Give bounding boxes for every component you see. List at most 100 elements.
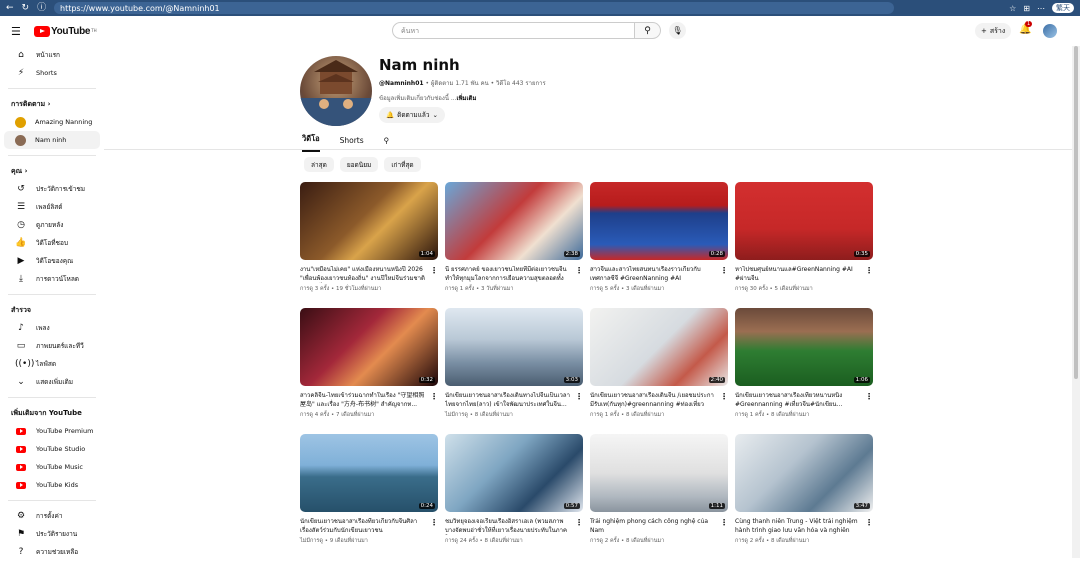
video-thumbnail[interactable]: 1:06 (735, 308, 873, 386)
video-thumbnail[interactable]: 0:57 (445, 434, 583, 512)
info-icon[interactable]: ⓘ (37, 0, 46, 16)
chip-latest[interactable]: ล่าสุด (304, 157, 334, 172)
video-thumbnail[interactable]: 1:04 (300, 182, 438, 260)
music-icon: ♪ (18, 323, 24, 333)
video-card[interactable]: 0:32 สาวคลิจีน-ไทยเข้าร่วมฉากทำในเรื่อง … (300, 308, 438, 419)
video-card[interactable]: 0:28 สาวจีนและสาวไทยสนทนาเรื่องราวเกี่ยว… (590, 182, 728, 293)
search-button[interactable]: ⚲ (635, 22, 661, 39)
sidebar-item-movies[interactable]: ▭ ภาพยนตร์และทีวี (4, 337, 100, 355)
video-thumbnail[interactable]: 3:03 (445, 308, 583, 386)
video-thumbnail[interactable]: 0:32 (300, 308, 438, 386)
star-icon[interactable]: ☆ (1009, 4, 1016, 13)
chip-popular[interactable]: ยอดนิยม (339, 157, 379, 172)
sidebar-item-youtube-product[interactable]: YouTube Music (4, 458, 100, 476)
more-vert-icon[interactable]: ⋮ (430, 518, 438, 527)
video-thumbnail[interactable]: 0:28 (590, 182, 728, 260)
reload-icon[interactable]: ↻ (22, 0, 30, 16)
more-vert-icon[interactable]: ⋮ (575, 392, 583, 401)
video-title[interactable]: สาวจีนและสาวไทยสนทนาเรื่องราวเกี่ยวกับเท… (590, 266, 716, 283)
address-bar[interactable]: https://www.youtube.com/@Namninh01 (54, 2, 894, 14)
video-title[interactable]: สาวคลิจีน-ไทยเข้าร่วมฉากทำในเรื่อง "守望相照… (300, 392, 426, 409)
video-title[interactable]: นักเขียนเยาวชนอาสาเรื่องเที่ยวหนานหนิง #… (735, 392, 861, 409)
video-card[interactable]: 2:40 นักเขียนเยาวชนอาสาเรื่องเดินจีน /เย… (590, 308, 728, 419)
chevron-right-icon: › (47, 100, 51, 108)
sidebar-item-home[interactable]: ⌂ หน้าแรก (4, 46, 100, 64)
sidebar-item-music[interactable]: ♪ เพลง (4, 319, 100, 337)
video-thumbnail[interactable]: 0:24 (300, 434, 438, 512)
scrollbar-thumb[interactable] (1074, 46, 1078, 379)
video-card[interactable]: 1:06 นักเขียนเยาวชนอาสาเรื่องเที่ยวหนานห… (735, 308, 873, 419)
your-videos-icon: ▶ (17, 256, 25, 266)
video-thumbnail[interactable]: 3:47 (735, 434, 873, 512)
video-card[interactable]: 3:47 Cùng thanh niên Trung - Việt trải n… (735, 434, 873, 545)
subscribed-button[interactable]: 🔔 ติดตามแล้ว ⌄ (379, 107, 445, 123)
more-vert-icon[interactable]: ⋮ (575, 518, 583, 527)
sidebar-item-help[interactable]: ? ความช่วยเหลือ (4, 543, 100, 561)
video-title[interactable]: นี้ ยรรศภาคย์ ของเยาวชนไทยที่มีต่อเยาวชน… (445, 266, 571, 283)
video-card[interactable]: 0:24 นักเขียนเยาวชนอาสาเรื่องที่ยวเกี่ยว… (300, 434, 438, 545)
video-title[interactable]: หาไปชมศุนย์หนานแล#GreenNanning #AI #ผ่าน… (735, 266, 861, 283)
sidebar-item-live[interactable]: ((•)) ไลฟ์สด (4, 355, 100, 373)
account-avatar[interactable] (1043, 24, 1057, 38)
chip-oldest[interactable]: เก่าที่สุด (384, 157, 421, 172)
sidebar-item-youtube-product[interactable]: YouTube Kids (4, 476, 100, 494)
channel-description[interactable]: ข้อมูลเพิ่มเติมเกี่ยวกับช่องนี้ ...เพิ่ม… (379, 93, 476, 103)
video-title[interactable]: นักเขียนเยาวชนอาสาเรื่องเดินทางไปจีนเป็น… (445, 392, 571, 409)
sidebar-item-history[interactable]: ↺ ประวัติการเข้าชม (4, 180, 100, 198)
video-title[interactable]: นักเขียนเยาวชนอาสาเรื่องที่ยวเกี่ยวกับจี… (300, 518, 426, 535)
video-title[interactable]: ชมวิทยุจองเจอเรียนเรื่องอิสราเอเล (พวมสภ… (445, 518, 571, 535)
video-title[interactable]: งาน"เหมือนไม่เคย" แห่งเมืองหนานหนิงปี 20… (300, 266, 426, 283)
video-title[interactable]: Trải nghiệm phong cách công nghệ của Nam… (590, 518, 716, 535)
back-icon[interactable]: ← (6, 0, 14, 16)
sidebar-item-your-videos[interactable]: ▶ วิดีโอของคุณ (4, 252, 100, 270)
sidebar-item-settings[interactable]: ⚙ การตั้งค่า (4, 507, 100, 525)
more-vert-icon[interactable]: ⋮ (430, 392, 438, 401)
sidebar-item-shorts[interactable]: ⚡ Shorts (4, 64, 100, 82)
create-button[interactable]: + สร้าง (975, 23, 1012, 39)
video-title[interactable]: นักเขียนเยาวชนอาสาเรื่องเดินจีน /เยอชมปร… (590, 392, 716, 409)
video-thumbnail[interactable]: 0:35 (735, 182, 873, 260)
sidebar-item-watch-later[interactable]: ◷ ดูภายหลัง (4, 216, 100, 234)
video-card[interactable]: 1:11 Trải nghiệm phong cách công nghệ củ… (590, 434, 728, 545)
sidebar-item-subscription[interactable]: Nam ninh (4, 131, 100, 149)
sidebar-item-chevron-down[interactable]: ⌄ แสดงเพิ่มเติม (4, 373, 100, 391)
video-card[interactable]: 3:03 นักเขียนเยาวชนอาสาเรื่องเดินทางไปจี… (445, 308, 583, 419)
sidebar-item-like[interactable]: 👍 วิดีโอที่ชอบ (4, 234, 100, 252)
you-heading[interactable]: คุณ › (0, 162, 104, 180)
subscriptions-heading[interactable]: การติดตาม › (0, 95, 104, 113)
video-card[interactable]: 0:35 หาไปชมศุนย์หนานแล#GreenNanning #AI … (735, 182, 873, 293)
scrollbar[interactable] (1072, 46, 1080, 558)
sidebar-item-flag[interactable]: ⚑ ประวัติรายงาน (4, 525, 100, 543)
profile-button[interactable]: 繁天 (1052, 3, 1074, 13)
sidebar-item-youtube-product[interactable]: YouTube Studio (4, 440, 100, 458)
menu-icon[interactable]: ☰ (11, 25, 25, 38)
sidebar-item-subscription[interactable]: Amazing Nanning (4, 113, 100, 131)
search-icon[interactable]: ⚲ (384, 136, 390, 150)
video-thumbnail[interactable]: 2:40 (590, 308, 728, 386)
voice-search-button[interactable]: 🎙 (669, 22, 686, 39)
more-vert-icon[interactable]: ⋮ (720, 266, 728, 275)
more-vert-icon[interactable]: ⋮ (430, 266, 438, 275)
sidebar-item-download[interactable]: ⤓ การดาวน์โหลด (4, 270, 100, 288)
search-input[interactable] (392, 22, 635, 39)
more-icon[interactable]: ⋯ (1037, 4, 1045, 13)
sidebar-item-youtube-product[interactable]: YouTube Premium (4, 422, 100, 440)
more-vert-icon[interactable]: ⋮ (575, 266, 583, 275)
channel-desc-more[interactable]: เพิ่มเติม (457, 95, 477, 102)
more-vert-icon[interactable]: ⋮ (720, 392, 728, 401)
video-title[interactable]: Cùng thanh niên Trung - Việt trải nghiệm… (735, 518, 861, 535)
more-vert-icon[interactable]: ⋮ (865, 518, 873, 527)
extensions-icon[interactable]: ⊞ (1023, 4, 1030, 13)
video-card[interactable]: 2:38 นี้ ยรรศภาคย์ ของเยาวชนไทยที่มีต่อเ… (445, 182, 583, 293)
tab-shorts[interactable]: Shorts (340, 136, 364, 150)
video-card[interactable]: 0:57 ชมวิทยุจองเจอเรียนเรื่องอิสราเอเล (… (445, 434, 583, 545)
video-thumbnail[interactable]: 1:11 (590, 434, 728, 512)
more-vert-icon[interactable]: ⋮ (865, 266, 873, 275)
youtube-logo[interactable]: YouTube TH (34, 25, 97, 37)
notifications-button[interactable]: 🔔 1 (1019, 21, 1033, 35)
more-vert-icon[interactable]: ⋮ (720, 518, 728, 527)
more-vert-icon[interactable]: ⋮ (865, 392, 873, 401)
sidebar-item-playlist[interactable]: ☰ เพลย์ลิสต์ (4, 198, 100, 216)
video-thumbnail[interactable]: 2:38 (445, 182, 583, 260)
video-card[interactable]: 1:04 งาน"เหมือนไม่เคย" แห่งเมืองหนานหนิง… (300, 182, 438, 293)
